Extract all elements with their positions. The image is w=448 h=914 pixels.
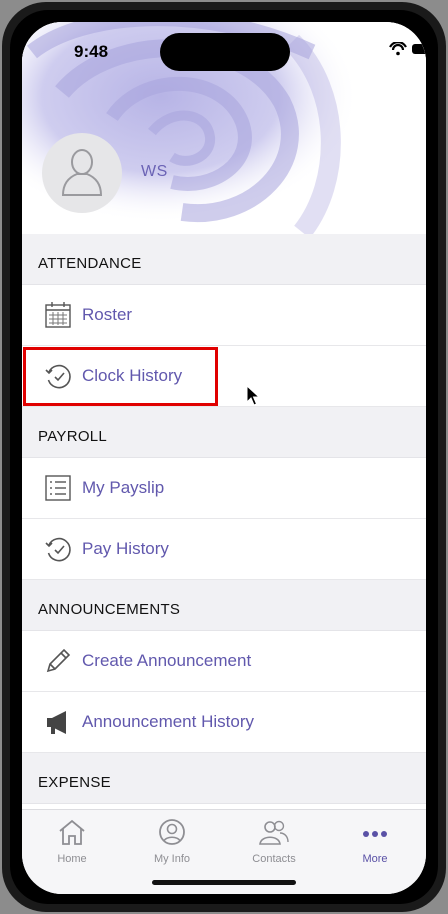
calendar-icon [45,302,71,328]
menu-item-my-payslip[interactable]: My Payslip [22,458,426,519]
dynamic-island [160,33,290,71]
section-header-expense: EXPENSE [22,753,426,804]
section-header-announcements: ANNOUNCEMENTS [22,580,426,631]
tab-label: Home [57,853,87,865]
app-screen: 9:48 WS ATTENDANCE Roster Clock History … [22,22,426,894]
home-indicator [152,880,296,885]
menu-item-announcement-history[interactable]: Announcement History [22,692,426,753]
megaphone-icon [47,711,66,734]
clock-history-icon [45,364,71,389]
pencil-icon [46,648,71,673]
tab-label: Contacts [252,853,296,865]
tab-contacts[interactable]: Contacts [224,818,324,868]
menu-item-label: My Payslip [82,478,165,497]
menu-item-roster[interactable]: Roster [22,285,426,346]
menu-item-create-announcement[interactable]: Create Announcement [22,631,426,692]
menu-item-clock-history[interactable]: Clock History [22,346,426,407]
tab-my-info[interactable]: My Info [122,818,222,868]
tab-bar: Home My Info Contacts More [22,809,426,894]
section-header-payroll: PAYROLL [22,407,426,458]
person-placeholder-icon [61,149,103,196]
menu-item-pay-history[interactable]: Pay History [22,519,426,580]
section-header-attendance: ATTENDANCE [22,234,426,285]
tab-more[interactable]: More [325,818,425,868]
wifi-icon [389,42,407,56]
menu-item-label: Clock History [82,366,183,385]
home-icon [59,819,85,845]
menu-list: ATTENDANCE Roster Clock History PAYROLL … [22,234,426,809]
battery-icon [412,44,426,54]
tab-home[interactable]: Home [22,818,122,868]
mouse-cursor-icon [246,385,260,406]
username-label: WS [141,163,168,180]
clock-history-icon [45,537,71,562]
menu-item-label: Roster [82,305,133,324]
status-time: 9:48 [74,42,109,61]
more-icon [363,831,387,837]
contacts-icon [259,820,289,845]
menu-item-label: Announcement History [82,712,254,731]
menu-item-label: Pay History [82,539,169,558]
menu-item-label: Create Announcement [82,651,252,670]
avatar[interactable] [42,133,122,213]
profile-header: 9:48 WS [22,22,426,234]
tab-label: My Info [153,853,191,865]
tab-label: More [362,853,388,865]
person-icon [159,819,185,845]
payslip-list-icon [45,475,71,501]
